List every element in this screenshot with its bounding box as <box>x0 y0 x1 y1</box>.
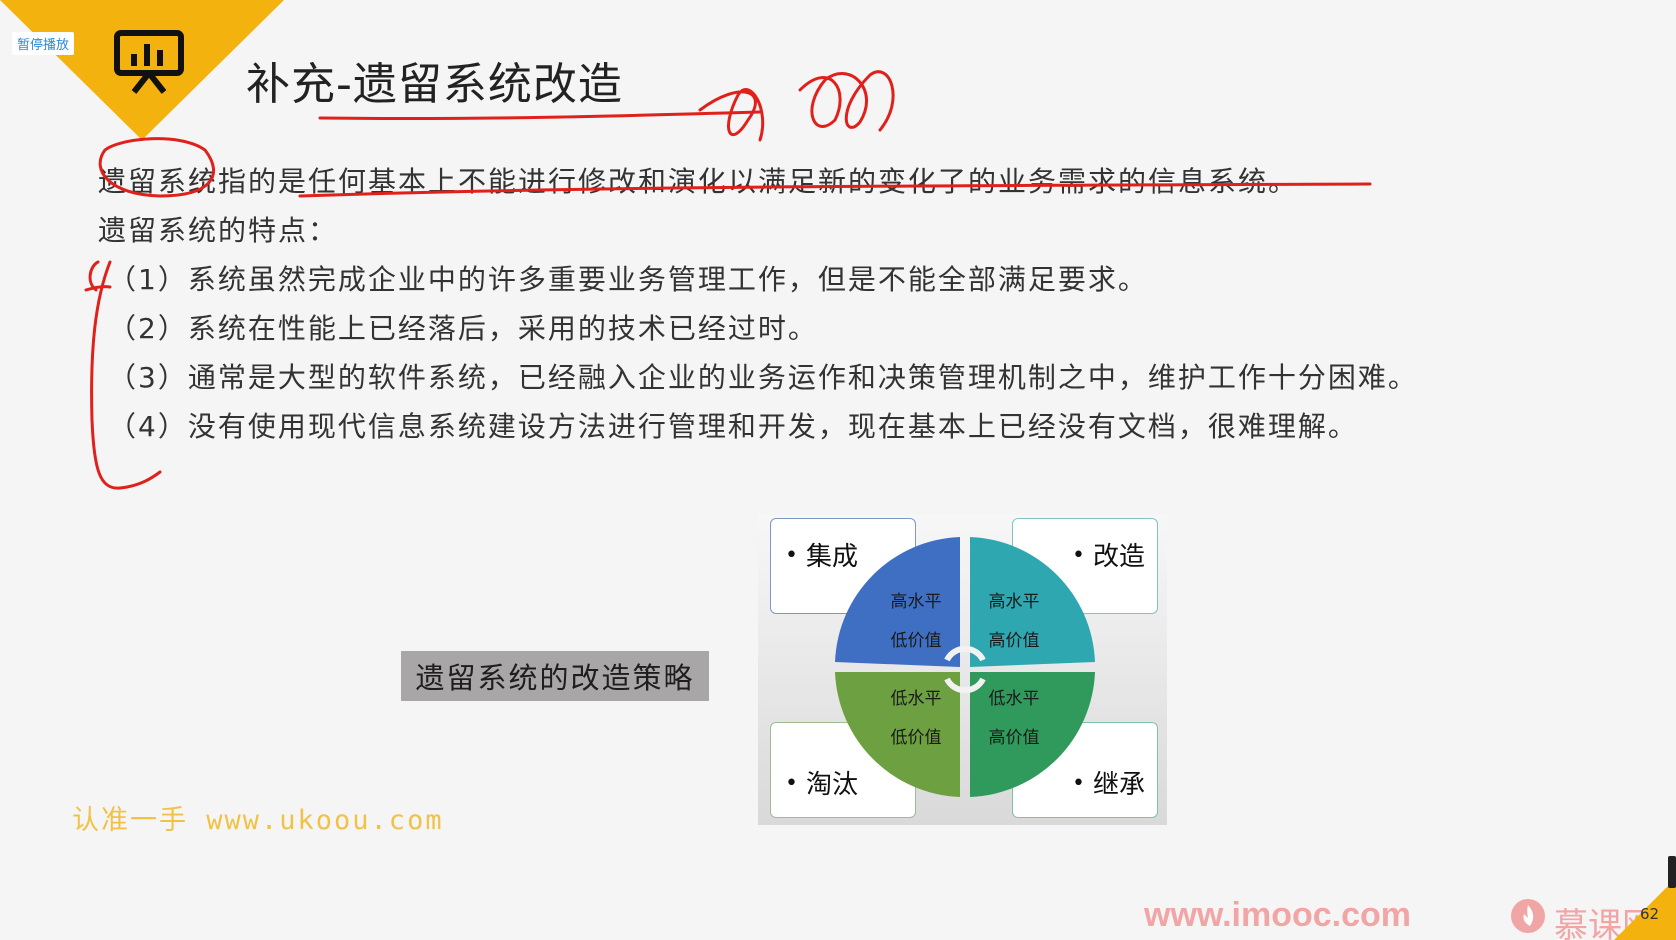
source-watermark: 认准一手 www.ukoou.com <box>72 805 444 836</box>
quadrant-text-top-right: 高水平 高价值 <box>988 592 1040 651</box>
feature-item: （3）通常是大型的软件系统，已经融入企业的业务运作和决策管理机制之中，维护工作十… <box>108 361 1418 394</box>
quadrant-label-inherit: • 继承 <box>1072 770 1145 800</box>
features-heading: 遗留系统的特点： <box>98 214 339 247</box>
pause-play-badge[interactable]: 暂停播放 <box>12 32 75 55</box>
quadrant-text-bottom-left: 低水平 低价值 <box>890 689 942 748</box>
quadrant-text-top-left: 高水平 低价值 <box>890 592 942 651</box>
imooc-logo-icon <box>1511 899 1545 933</box>
strategy-matrix-circle <box>835 537 1095 797</box>
quadrant-text-bottom-right: 低水平 高价值 <box>988 689 1040 748</box>
feature-item: （2）系统在性能上已经落后，采用的技术已经过时。 <box>108 312 818 345</box>
quadrant-label-eliminate: • 淘汰 <box>785 770 858 800</box>
feature-item: （1）系统虽然完成企业中的许多重要业务管理工作，但是不能全部满足要求。 <box>108 263 1148 296</box>
site-url-watermark: www.imooc.com <box>1144 896 1412 934</box>
page-number: 62 <box>1640 905 1660 923</box>
feature-item: （4）没有使用现代信息系统建设方法进行管理和开发，现在基本上已经没有文档，很难理… <box>108 410 1358 443</box>
strategy-label: 遗留系统的改造策略 <box>401 651 709 701</box>
quadrant-label-integrate: • 集成 <box>785 542 858 572</box>
quadrant-label-transform: • 改造 <box>1072 542 1145 572</box>
presentation-icon <box>114 30 184 94</box>
definition-text: 遗留系统指的是任何基本上不能进行修改和演化以满足新的变化了的业务需求的信息系统。 <box>98 165 1299 198</box>
slide-title: 补充-遗留系统改造 <box>246 59 623 110</box>
side-scroll-handle[interactable] <box>1668 856 1676 888</box>
slide: 暂停播放 补充-遗留系统改造 遗留系统指的是任何基本上不能进行修改和演化以满足新… <box>0 0 1676 940</box>
